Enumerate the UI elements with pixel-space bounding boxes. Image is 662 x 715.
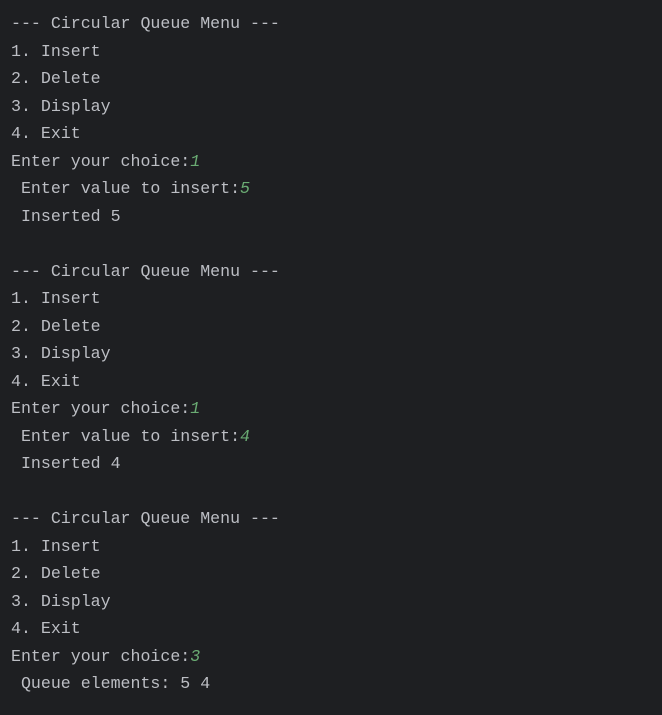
output-text: 3. Display [11,591,111,611]
console-line: 1. Insert [11,38,280,66]
output-text: 3. Display [11,96,111,116]
console-line: 3. Display [11,93,280,121]
output-text: 2. Delete [11,69,101,88]
console-line: 4. Exit [11,368,280,396]
output-text: 4. Exit [11,619,81,638]
console-line: Enter your choice:1 [11,148,280,176]
output-text: Enter value to insert: [11,426,241,446]
console-line: Queue elements: 5 4 [11,670,280,698]
console-line: 4. Exit [11,615,280,643]
console-line: 3. Display [11,588,280,616]
console-line: Enter value to insert:4 [11,423,280,451]
console-line: Enter your choice:3 [11,643,280,671]
console-line: 3. Display [11,340,280,368]
console-line: Enter your choice:1 [11,395,280,423]
output-text: --- Circular Queue Menu --- [11,14,280,33]
output-text: 1. Insert [11,289,101,308]
output-text: 4. Exit [11,371,81,391]
output-text: Enter value to insert: [11,179,241,198]
output-text: Queue elements: 5 4 [11,674,211,693]
console-line: 2. Delete [11,65,280,93]
output-text: Enter your choice: [11,399,191,418]
console-line: 2. Delete [11,560,280,588]
console-line: 4. Exit [11,120,280,148]
output-text: --- Circular Queue Menu --- [11,261,280,281]
user-input: 1 [190,399,201,418]
user-input: 1 [190,151,201,171]
console-line: Inserted 5 [11,203,280,231]
user-input: 3 [190,646,201,666]
console-line: --- Circular Queue Menu --- [11,505,280,533]
user-input: 4 [240,426,250,446]
user-input: 5 [240,179,250,198]
console-line: --- Circular Queue Menu --- [11,258,280,286]
output-text: 2. Delete [11,564,101,583]
output-text: 2. Delete [11,316,101,336]
output-text: 3. Display [11,344,111,363]
console-line: Inserted 4 [11,450,280,478]
console-line: Enter value to insert:5 [11,175,280,203]
console-line: 1. Insert [11,285,280,313]
console-line: --- Circular Queue Menu --- [11,10,280,38]
console-output: --- Circular Queue Menu --- 1. Insert 2. D… [11,10,280,698]
output-text: --- Circular Queue Menu --- [11,509,280,528]
output-text: 4. Exit [11,124,81,143]
output-text: Enter your choice: [11,151,191,171]
console-line: 1. Insert [11,533,280,561]
output-text: 1. Insert [11,41,101,61]
console-line: 2. Delete [11,313,280,341]
output-text: Inserted 4 [11,454,121,473]
output-text: 1. Insert [11,536,101,556]
output-text: Inserted 5 [11,206,121,226]
output-text: Enter your choice: [11,646,191,666]
